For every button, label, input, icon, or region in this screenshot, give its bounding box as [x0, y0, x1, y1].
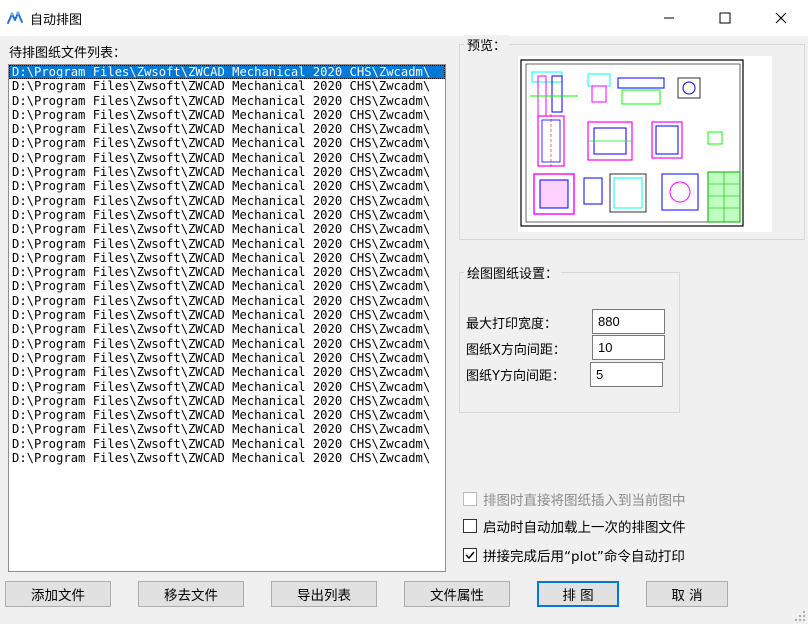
- export-list-button[interactable]: 导出列表: [271, 581, 377, 607]
- checkmark-icon: [465, 551, 475, 560]
- list-item[interactable]: D:\Program Files\Zwsoft\ZWCAD Mechanical…: [9, 408, 445, 422]
- list-item[interactable]: D:\Program Files\Zwsoft\ZWCAD Mechanical…: [9, 380, 445, 394]
- max-width-input[interactable]: 880: [592, 309, 665, 334]
- list-item[interactable]: D:\Program Files\Zwsoft\ZWCAD Mechanical…: [9, 351, 445, 365]
- list-item[interactable]: D:\Program Files\Zwsoft\ZWCAD Mechanical…: [9, 179, 445, 193]
- list-item[interactable]: D:\Program Files\Zwsoft\ZWCAD Mechanical…: [9, 194, 445, 208]
- list-item[interactable]: D:\Program Files\Zwsoft\ZWCAD Mechanical…: [9, 136, 445, 150]
- arrange-button[interactable]: 排 图: [537, 581, 619, 607]
- y-spacing-label: 图纸Y方向间距：: [466, 369, 565, 384]
- list-item[interactable]: D:\Program Files\Zwsoft\ZWCAD Mechanical…: [9, 337, 445, 351]
- list-item[interactable]: D:\Program Files\Zwsoft\ZWCAD Mechanical…: [9, 365, 445, 379]
- y-spacing-input[interactable]: 5: [590, 362, 663, 387]
- resize-grip-icon[interactable]: [794, 610, 806, 622]
- list-item[interactable]: D:\Program Files\Zwsoft\ZWCAD Mechanical…: [9, 222, 445, 236]
- window-title: 自动排图: [30, 13, 83, 28]
- list-item[interactable]: D:\Program Files\Zwsoft\ZWCAD Mechanical…: [9, 422, 445, 436]
- minimize-button[interactable]: [646, 0, 692, 36]
- app-logo-icon: [7, 11, 23, 24]
- list-item[interactable]: D:\Program Files\Zwsoft\ZWCAD Mechanical…: [9, 208, 445, 222]
- list-item[interactable]: D:\Program Files\Zwsoft\ZWCAD Mechanical…: [9, 151, 445, 165]
- list-item[interactable]: D:\Program Files\Zwsoft\ZWCAD Mechanical…: [9, 394, 445, 408]
- minimize-icon: [664, 17, 674, 19]
- cad-preview-image: [518, 56, 772, 232]
- remove-file-button[interactable]: 移去文件: [138, 581, 244, 607]
- file-list-label: 待排图纸文件列表：: [9, 46, 127, 61]
- checkbox-box: [463, 548, 477, 562]
- cancel-button[interactable]: 取 消: [646, 581, 728, 607]
- add-file-button[interactable]: 添加文件: [5, 581, 111, 607]
- settings-label: 绘图图纸设置：: [464, 263, 562, 282]
- autoprint-label: 拼接完成后用“plot”命令自动打印: [483, 549, 685, 565]
- autoprint-checkbox[interactable]: 拼接完成后用“plot”命令自动打印: [463, 545, 685, 565]
- checkbox-box: [463, 519, 477, 533]
- drawing-preview: [518, 56, 772, 232]
- x-spacing-label: 图纸X方向间距：: [466, 343, 566, 358]
- file-properties-button[interactable]: 文件属性: [404, 581, 510, 607]
- max-width-label: 最大打印宽度：: [466, 317, 558, 332]
- insert-direct-checkbox[interactable]: 排图时直接将图纸插入到当前图中: [463, 489, 686, 509]
- list-item[interactable]: D:\Program Files\Zwsoft\ZWCAD Mechanical…: [9, 294, 445, 308]
- list-item[interactable]: D:\Program Files\Zwsoft\ZWCAD Mechanical…: [9, 437, 445, 451]
- list-item[interactable]: D:\Program Files\Zwsoft\ZWCAD Mechanical…: [9, 237, 445, 251]
- list-item[interactable]: D:\Program Files\Zwsoft\ZWCAD Mechanical…: [9, 322, 445, 336]
- list-item[interactable]: D:\Program Files\Zwsoft\ZWCAD Mechanical…: [9, 94, 445, 108]
- file-list[interactable]: D:\Program Files\Zwsoft\ZWCAD Mechanical…: [8, 64, 446, 572]
- list-item[interactable]: D:\Program Files\Zwsoft\ZWCAD Mechanical…: [9, 65, 445, 80]
- close-icon: [775, 12, 787, 24]
- list-item[interactable]: D:\Program Files\Zwsoft\ZWCAD Mechanical…: [9, 165, 445, 179]
- list-item[interactable]: D:\Program Files\Zwsoft\ZWCAD Mechanical…: [9, 251, 445, 265]
- list-item[interactable]: D:\Program Files\Zwsoft\ZWCAD Mechanical…: [9, 308, 445, 322]
- list-item[interactable]: D:\Program Files\Zwsoft\ZWCAD Mechanical…: [9, 265, 445, 279]
- list-item[interactable]: D:\Program Files\Zwsoft\ZWCAD Mechanical…: [9, 279, 445, 293]
- insert-direct-label: 排图时直接将图纸插入到当前图中: [483, 493, 686, 509]
- close-button[interactable]: [758, 0, 804, 36]
- list-item[interactable]: D:\Program Files\Zwsoft\ZWCAD Mechanical…: [9, 79, 445, 93]
- title-bar[interactable]: 自动排图: [0, 0, 808, 36]
- x-spacing-input[interactable]: 10: [592, 335, 665, 360]
- checkbox-box: [463, 492, 477, 506]
- autoload-checkbox[interactable]: 启动时自动加载上一次的排图文件: [463, 516, 686, 536]
- autoload-label: 启动时自动加载上一次的排图文件: [483, 520, 686, 536]
- preview-label: 预览：: [464, 35, 510, 54]
- list-item[interactable]: D:\Program Files\Zwsoft\ZWCAD Mechanical…: [9, 451, 445, 465]
- list-item[interactable]: D:\Program Files\Zwsoft\ZWCAD Mechanical…: [9, 108, 445, 122]
- list-item[interactable]: D:\Program Files\Zwsoft\ZWCAD Mechanical…: [9, 122, 445, 136]
- maximize-button[interactable]: [702, 0, 748, 36]
- maximize-icon: [719, 12, 731, 24]
